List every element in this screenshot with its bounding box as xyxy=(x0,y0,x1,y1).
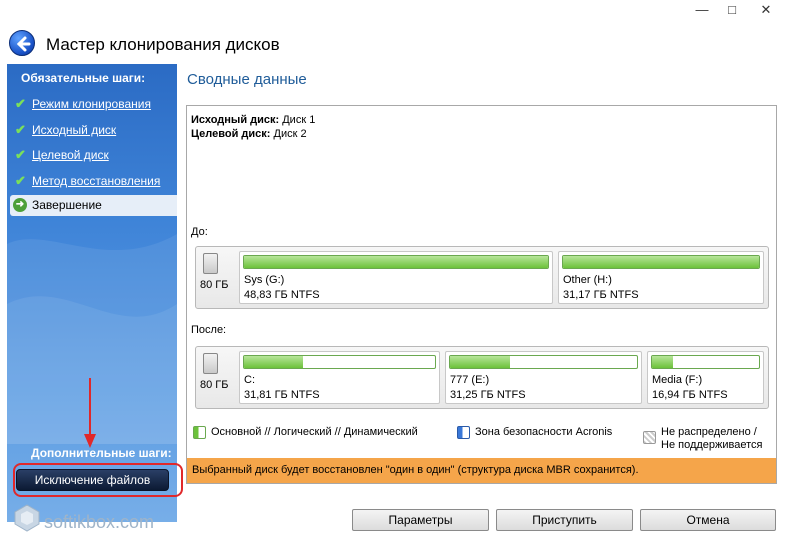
step-label: Метод восстановления xyxy=(32,174,161,188)
checkmark-icon: ✔ xyxy=(15,96,26,111)
summary-panel: Исходный диск: Диск 1 Целевой диск: Диск… xyxy=(186,105,777,484)
acronis-swatch xyxy=(457,426,470,439)
after-label: После: xyxy=(191,324,227,336)
highlight-arrow-icon xyxy=(84,378,96,448)
partition-info: 16,94 ГБ NTFS xyxy=(652,389,728,401)
partition-info: 31,17 ГБ NTFS xyxy=(563,289,639,301)
partition-name: Other (H:) xyxy=(563,274,612,286)
partition-other[interactable]: Other (H:) 31,17 ГБ NTFS xyxy=(558,251,764,304)
usage-fill xyxy=(652,356,674,368)
before-label: До: xyxy=(191,226,208,238)
step-label: Целевой диск xyxy=(32,148,109,162)
target-disk-value: Диск 2 xyxy=(270,128,307,140)
partition-info: 31,25 ГБ NTFS xyxy=(450,389,526,401)
required-steps-heading: Обязательные шаги: xyxy=(21,71,146,85)
info-message: Выбранный диск будет восстановлен "один … xyxy=(187,458,776,483)
legend-text: Не поддерживается xyxy=(661,439,763,451)
usage-bar xyxy=(651,355,760,369)
usage-fill xyxy=(563,256,759,268)
hard-disk-icon xyxy=(203,253,218,274)
target-disk-label: Целевой диск: xyxy=(191,128,271,140)
usage-bar xyxy=(562,255,760,269)
usage-fill xyxy=(244,356,304,368)
watermark-text: softikbox.com xyxy=(44,512,155,532)
legend-text: Не распределено / xyxy=(661,426,757,438)
target-disk-line: Целевой диск: Диск 2 xyxy=(191,128,307,140)
partition-e[interactable]: 777 (E:) 31,25 ГБ NTFS xyxy=(445,351,642,404)
step-clone-mode[interactable]: ✔ Режим клонирования xyxy=(15,94,177,114)
source-disk-label: Исходный диск: xyxy=(191,114,280,126)
disk-size: 80 ГБ xyxy=(200,279,229,291)
proceed-button[interactable]: Приступить xyxy=(496,509,633,531)
optional-steps-heading: Дополнительные шаги: xyxy=(31,446,172,460)
unallocated-swatch xyxy=(643,431,656,444)
usage-bar xyxy=(449,355,638,369)
primary-swatch xyxy=(193,426,206,439)
step-label: Завершение xyxy=(32,198,102,212)
partition-info: 31,81 ГБ NTFS xyxy=(244,389,320,401)
checkmark-icon: ✔ xyxy=(15,122,26,137)
hard-disk-icon xyxy=(203,353,218,374)
step-finish[interactable]: ➜ Завершение xyxy=(10,195,177,216)
legend-text: Основной // Логический // Динамический xyxy=(211,426,418,438)
parameters-button[interactable]: Параметры xyxy=(352,509,489,531)
window-title: Мастер клонирования дисков xyxy=(46,35,280,54)
partition-info: 48,83 ГБ NTFS xyxy=(244,289,320,301)
disk-before: 80 ГБ Sys (G:) 48,83 ГБ NTFS Other (H:) … xyxy=(195,246,769,309)
step-label: Исходный диск xyxy=(32,123,117,137)
partition-f[interactable]: Media (F:) 16,94 ГБ NTFS xyxy=(647,351,764,404)
partition-sys[interactable]: Sys (G:) 48,83 ГБ NTFS xyxy=(239,251,553,304)
usage-bar xyxy=(243,255,549,269)
minimize-icon[interactable]: — xyxy=(688,0,716,20)
checkmark-icon: ✔ xyxy=(15,147,26,162)
step-recovery-method[interactable]: ✔ Метод восстановления xyxy=(15,171,177,191)
disk-size: 80 ГБ xyxy=(200,379,229,391)
partition-name: 777 (E:) xyxy=(450,374,490,386)
partition-name: C: xyxy=(244,374,255,386)
step-label: Режим клонирования xyxy=(32,97,151,111)
back-arrow-icon[interactable] xyxy=(9,30,35,56)
step-source-disk[interactable]: ✔ Исходный диск xyxy=(15,120,177,140)
usage-fill xyxy=(244,256,548,268)
cancel-button[interactable]: Отмена xyxy=(640,509,776,531)
partition-c[interactable]: C: 31,81 ГБ NTFS xyxy=(239,351,440,404)
source-disk-value: Диск 1 xyxy=(279,114,316,126)
steps-sidebar: Обязательные шаги: ✔ Режим клонирования … xyxy=(7,64,177,522)
watermark-logo-icon xyxy=(14,504,40,532)
legend-text: Зона безопасности Acronis xyxy=(475,426,613,438)
title-bar: — □ ✕ xyxy=(0,0,787,28)
wizard-header: Мастер клонирования дисков xyxy=(0,28,787,64)
disk-after: 80 ГБ C: 31,81 ГБ NTFS 777 (E:) 31,25 ГБ… xyxy=(195,346,769,409)
partition-name: Media (F:) xyxy=(652,374,703,386)
close-icon[interactable]: ✕ xyxy=(752,0,780,20)
checkmark-icon: ✔ xyxy=(15,173,26,188)
highlight-ring xyxy=(13,463,183,497)
partition-name: Sys (G:) xyxy=(244,274,285,286)
page-title: Сводные данные xyxy=(187,71,307,88)
source-disk-line: Исходный диск: Диск 1 xyxy=(191,114,315,126)
maximize-icon[interactable]: □ xyxy=(718,0,746,20)
usage-fill xyxy=(450,356,510,368)
step-target-disk[interactable]: ✔ Целевой диск xyxy=(15,145,177,165)
current-step-arrow-icon: ➜ xyxy=(13,198,27,212)
usage-bar xyxy=(243,355,436,369)
